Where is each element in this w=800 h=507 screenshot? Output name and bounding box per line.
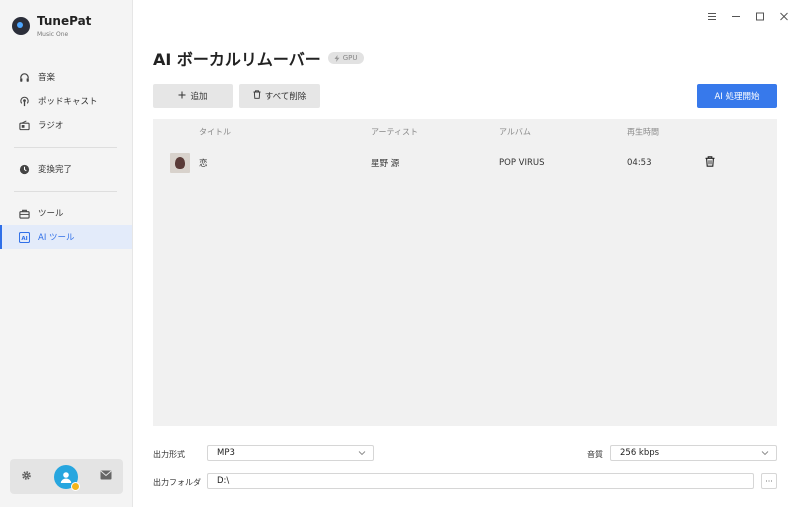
audio-quality-value: 256 kbps [620,448,660,458]
sidebar-item-radio[interactable]: ラジオ [0,113,132,137]
ai-icon: AI [18,231,30,243]
track-artist: 星野 源 [371,159,400,169]
audio-quality-select[interactable]: 256 kbps [610,445,777,461]
audio-quality-label: 音質 [587,450,603,459]
sidebar-item-label: 音楽 [38,73,56,83]
lightning-icon [334,54,340,62]
sidebar-item-tools[interactable]: ツール [0,201,132,225]
track-list-panel: タイトル アーティスト アルバム 再生時間 恋 星野 源 POP VIRUS 0… [153,119,777,426]
album-art-thumbnail [170,153,190,173]
clock-icon [18,163,30,175]
trash-icon [253,90,261,102]
gpu-badge-label: GPU [342,54,358,62]
start-ai-process-button[interactable]: AI 処理開始 [697,84,777,108]
delete-all-button-label: すべて削除 [264,92,307,102]
page-title-text: AI ボーカルリムーバー [153,50,321,69]
menu-icon[interactable] [706,10,718,22]
svg-text:AI: AI [21,235,27,241]
chevron-down-icon [761,449,769,460]
app-name: TunePat [37,14,92,28]
chevron-down-icon [358,449,366,460]
app-subtitle: Music One [37,31,69,38]
sidebar-item-ai-tools[interactable]: AI AI ツール [0,225,132,249]
output-format-label: 出力形式 [153,450,185,459]
sidebar-item-label: ツール [38,209,64,219]
settings-gear-icon[interactable] [21,470,32,484]
browse-folder-button[interactable]: ··· [761,473,777,489]
sidebar-item-podcast[interactable]: ポッドキャスト [0,89,132,113]
sidebar-divider [14,191,117,192]
plus-icon [178,91,186,102]
sidebar-item-label: AI ツール [38,233,75,243]
sidebar-item-label: ラジオ [38,121,64,131]
page-title: AI ボーカルリムーバー GPU [153,46,364,70]
user-avatar[interactable] [54,464,80,491]
column-header-duration[interactable]: 再生時間 [627,127,659,138]
output-format-value: MP3 [217,448,235,458]
gpu-badge: GPU [327,52,364,64]
sidebar-divider [14,147,117,148]
headphones-icon [18,71,30,83]
window-controls [706,10,790,22]
column-header-artist[interactable]: アーティスト [371,127,418,138]
premium-badge-icon [71,481,80,491]
delete-all-button[interactable]: すべて削除 [239,84,320,108]
delete-track-trash-icon[interactable] [705,156,715,170]
sidebar: TunePat Music One 音楽 ポッドキャスト ラジオ 変換完了 ツー… [0,0,133,507]
close-icon[interactable] [778,10,790,22]
column-header-title[interactable]: タイトル [199,127,231,138]
start-ai-process-button-label: AI 処理開始 [714,92,760,102]
sidebar-item-label: 変換完了 [38,165,73,175]
output-folder-input[interactable]: D:\ [207,473,754,489]
toolbox-icon [18,207,30,219]
sidebar-item-music[interactable]: 音楽 [0,65,132,89]
output-format-select[interactable]: MP3 [207,445,374,461]
track-album: POP VIRUS [499,158,545,168]
sidebar-footer [10,459,123,494]
column-header-album[interactable]: アルバム [499,127,531,138]
sidebar-item-label: ポッドキャスト [38,97,98,107]
brand: TunePat Music One [12,14,91,42]
track-list-header: タイトル アーティスト アルバム 再生時間 [153,119,777,145]
output-folder-value: D:\ [217,476,230,486]
minimize-icon[interactable] [730,10,742,22]
maximize-icon[interactable] [754,10,766,22]
app-logo-icon [12,17,30,35]
podcast-icon [18,95,30,107]
track-duration: 04:53 [627,158,652,168]
sidebar-item-converted[interactable]: 変換完了 [0,157,132,181]
output-folder-label: 出力フォルダ [153,478,201,487]
track-title: 恋 [199,159,208,169]
mail-icon[interactable] [100,470,112,483]
table-row[interactable]: 恋 星野 源 POP VIRUS 04:53 [153,149,777,177]
add-button-label: 追加 [190,92,208,102]
add-button[interactable]: 追加 [153,84,233,108]
radio-icon [18,119,30,131]
